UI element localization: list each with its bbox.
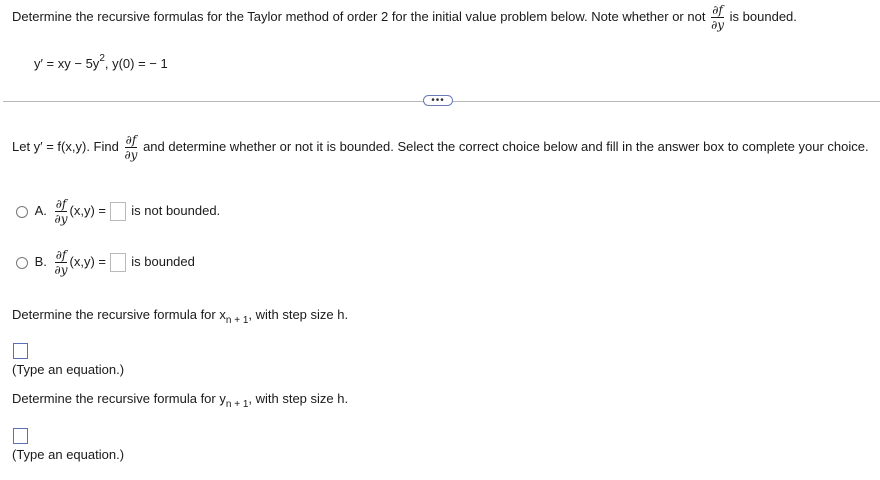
choice-a-letter: A. (34, 202, 47, 218)
intro-text: Determine the recursive formulas for the… (12, 8, 706, 24)
part3-prompt: Determine the recursive formula for yn +… (12, 391, 349, 410)
yn1-equation-input[interactable] (13, 428, 28, 444)
show-more-button[interactable]: ••• (423, 95, 453, 106)
choice-a-radio[interactable] (16, 205, 28, 218)
question-intro: Determine the recursive formulas for the… (12, 4, 797, 31)
part3-hint: (Type an equation.) (12, 447, 125, 462)
part1-prompt: Let y′ = f(x,y). Find ∂f ∂y and determin… (12, 133, 869, 162)
intro-suffix: is bounded. (729, 8, 797, 24)
choice-a-answer-box[interactable] (109, 202, 126, 221)
partial-derivative-fraction: ∂f ∂y (124, 133, 138, 162)
choice-b[interactable]: B. ∂f ∂y (x,y) = is bounded (16, 249, 195, 276)
partial-derivative-fraction: ∂f ∂y (54, 248, 68, 277)
xn1-equation-input[interactable] (13, 343, 28, 359)
choice-b-answer-box[interactable] (109, 253, 126, 272)
partial-derivative-fraction: ∂f ∂y (711, 3, 725, 32)
partial-derivative-fraction: ∂f ∂y (54, 197, 68, 226)
choice-b-radio[interactable] (16, 256, 28, 269)
choice-a[interactable]: A. ∂f ∂y (x,y) = is not bounded. (16, 198, 220, 225)
choice-b-letter: B. (34, 253, 47, 269)
ivp-equation: y′ = xy − 5y2, y(0) = − 1 (34, 53, 168, 71)
part2-prompt: Determine the recursive formula for xn +… (12, 307, 349, 326)
part2-hint: (Type an equation.) (12, 362, 125, 377)
